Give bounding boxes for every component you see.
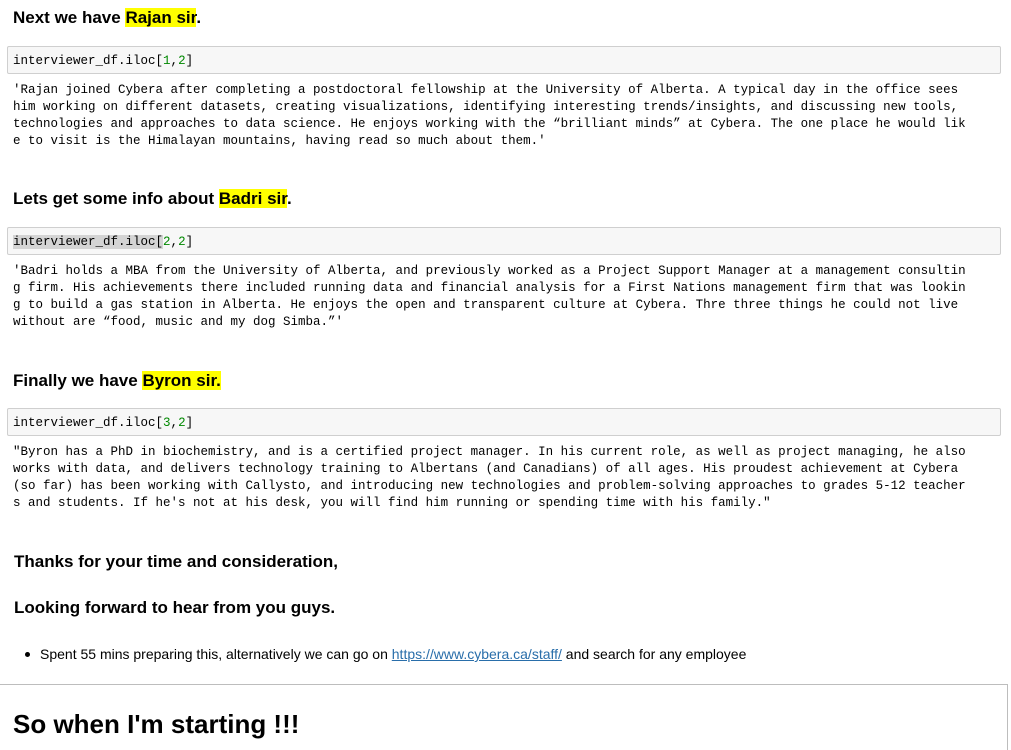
highlighted-name: Rajan sir [125, 8, 197, 27]
code-index-col: 2 [178, 416, 186, 430]
code-close: ] [185, 416, 194, 430]
code-cell-rajan[interactable]: interviewer_df.iloc[1,2] [7, 46, 1001, 74]
heading-prefix: Finally we have [13, 371, 143, 390]
code-index-col: 2 [178, 54, 186, 68]
heading-prefix: Lets get some info about [13, 189, 219, 208]
thanks-heading: Thanks for your time and consideration, [14, 552, 338, 571]
code-index-row: 1 [163, 54, 171, 68]
code-line[interactable]: interviewer_df.iloc[2,2] [13, 234, 193, 250]
code-line[interactable]: interviewer_df.iloc[1,2] [13, 53, 193, 69]
section-heading-byron: Finally we have Byron sir. [13, 370, 221, 392]
highlighted-name: Badri sir [218, 189, 287, 208]
code-separator: , [170, 235, 179, 249]
output-rajan: 'Rajan joined Cybera after completing a … [13, 83, 966, 148]
code-separator: , [170, 416, 179, 430]
looking-forward-heading: Looking forward to hear from you guys. [14, 598, 336, 617]
cybera-staff-link[interactable]: https://www.cybera.ca/staff/ [392, 646, 562, 662]
code-cell-badri[interactable]: interviewer_df.iloc[2,2] [7, 227, 1001, 255]
section-heading-rajan: Next we have Rajan sir. [13, 7, 201, 29]
note-text-before: Spent 55 mins preparing this, alternativ… [40, 646, 392, 662]
code-object: interviewer_df.iloc[ [13, 416, 164, 430]
code-separator: , [170, 54, 179, 68]
notebook: Next we have Rajan sir. interviewer_df.i… [0, 0, 1011, 750]
code-object: interviewer_df.iloc[ [13, 235, 164, 249]
output-badri: 'Badri holds a MBA from the University o… [13, 264, 966, 329]
section-heading-badri: Lets get some info about Badri sir. [13, 188, 292, 210]
note-text-after: and search for any employee [561, 646, 747, 662]
output-byron: "Byron has a PhD in biochemistry, and is… [13, 445, 966, 510]
code-index-row: 2 [163, 235, 171, 249]
code-close: ] [185, 54, 194, 68]
code-cell-byron[interactable]: interviewer_df.iloc[3,2] [7, 408, 1001, 436]
code-close: ] [185, 235, 194, 249]
code-line[interactable]: interviewer_df.iloc[3,2] [13, 415, 193, 431]
bullet-icon [25, 652, 30, 657]
heading-suffix: . [286, 189, 292, 208]
highlighted-name: Byron sir. [142, 371, 221, 390]
code-object: interviewer_df.iloc[ [13, 54, 164, 68]
list-item: Spent 55 mins preparing this, alternativ… [22, 645, 746, 663]
heading-prefix: Next we have [13, 8, 126, 27]
code-index-col: 2 [178, 235, 186, 249]
next-cell-heading: So when I'm starting !!! [13, 709, 300, 739]
code-index-row: 3 [163, 416, 171, 430]
heading-suffix: . [196, 8, 202, 27]
note-list: Spent 55 mins preparing this, alternativ… [22, 645, 746, 663]
